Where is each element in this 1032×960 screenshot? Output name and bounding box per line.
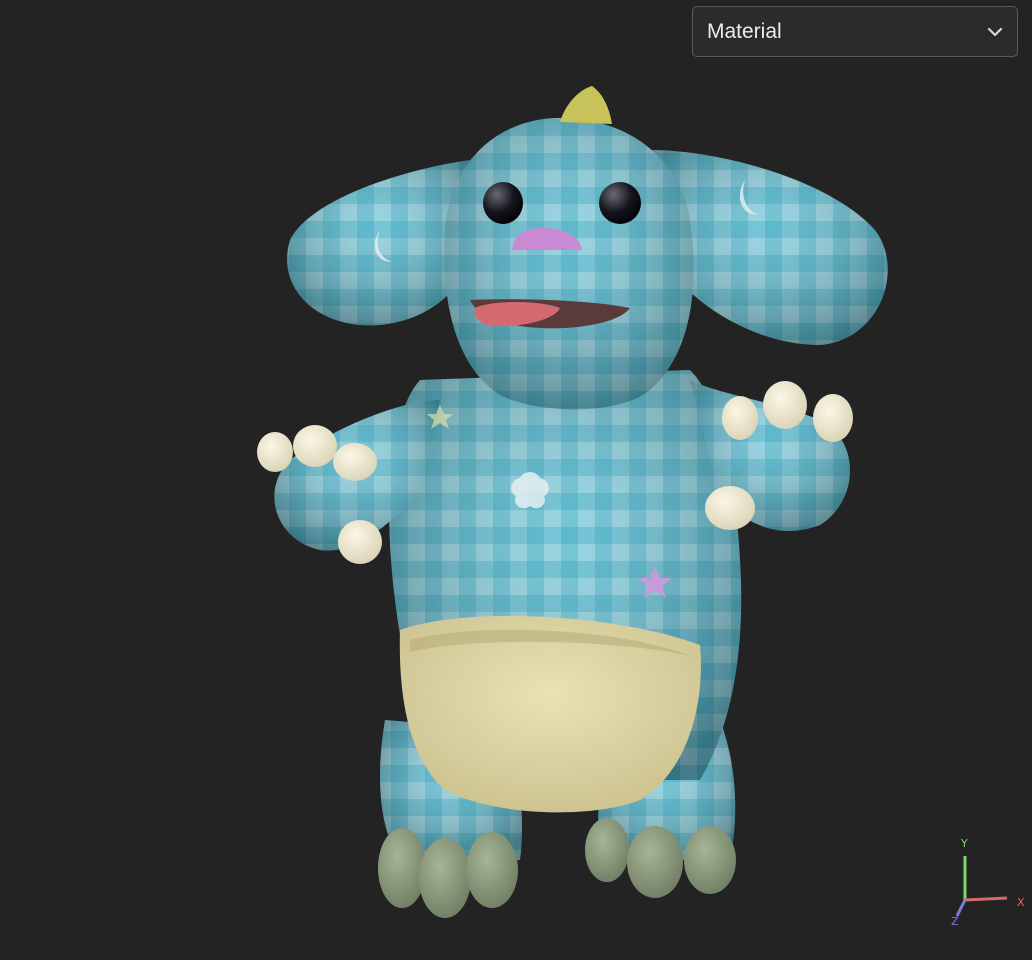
y-axis-label: Y [960, 837, 968, 850]
material-select[interactable]: Material [692, 6, 1018, 57]
z-axis-label: Z [951, 915, 959, 926]
material-select-value: Material [707, 19, 782, 43]
chevron-down-icon [987, 27, 1003, 36]
plush-monster-model[interactable] [0, 0, 1032, 960]
z-axis-line [955, 899, 967, 917]
x-axis-label: X [1017, 896, 1025, 909]
x-axis-line [964, 896, 1008, 902]
axis-gizmo: Y X Z [951, 837, 1025, 926]
3d-viewport[interactable]: Material Y X Z [0, 0, 1032, 960]
